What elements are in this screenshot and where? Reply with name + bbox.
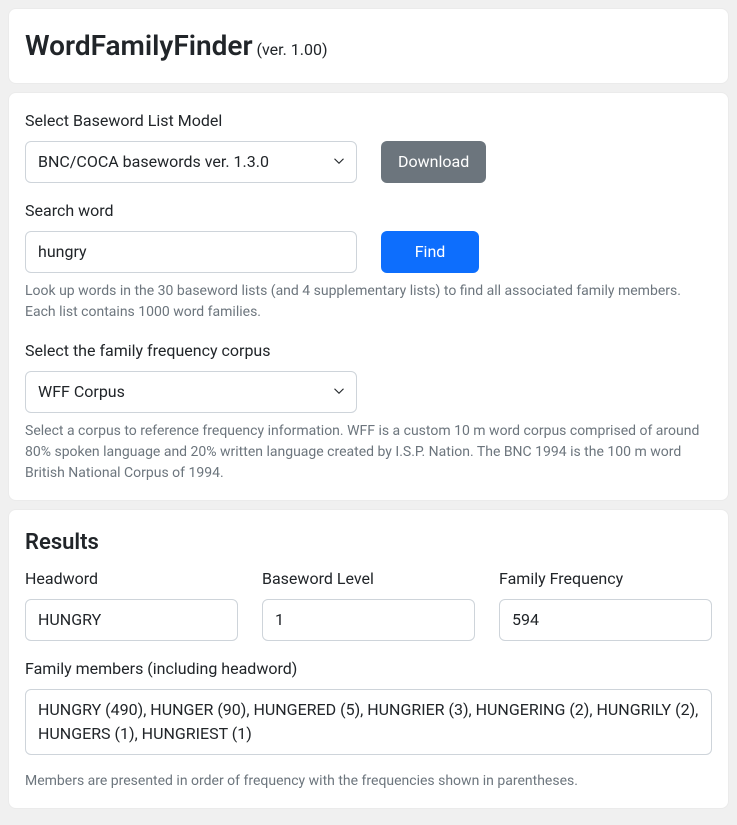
download-button[interactable]: Download: [381, 141, 486, 183]
corpus-label: Select the family frequency corpus: [25, 339, 712, 363]
controls-card: Select Baseword List Model BNC/COCA base…: [8, 92, 729, 501]
search-help-text: Look up words in the 30 baseword lists (…: [25, 281, 712, 323]
corpus-help-text: Select a corpus to reference frequency i…: [25, 421, 712, 484]
search-word-label: Search word: [25, 199, 712, 223]
headword-label: Headword: [25, 567, 238, 591]
family-members-value: HUNGRY (490), HUNGER (90), HUNGERED (5),…: [25, 689, 712, 755]
baseword-select[interactable]: BNC/COCA basewords ver. 1.3.0: [25, 141, 357, 183]
results-title: Results: [25, 526, 712, 559]
app-version: (ver. 1.00): [257, 40, 328, 59]
headword-value: HUNGRY: [25, 599, 238, 641]
header-card: WordFamilyFinder (ver. 1.00): [8, 8, 729, 84]
baseword-level-value: 1: [262, 599, 475, 641]
members-help-text: Members are presented in order of freque…: [25, 771, 712, 792]
results-card: Results Headword HUNGRY Baseword Level 1…: [8, 509, 729, 809]
family-frequency-label: Family Frequency: [499, 567, 712, 591]
search-input[interactable]: [25, 231, 357, 273]
baseword-list-label: Select Baseword List Model: [25, 109, 712, 133]
family-frequency-value: 594: [499, 599, 712, 641]
family-members-label: Family members (including headword): [25, 657, 712, 681]
corpus-select-wrapper: WFF Corpus: [25, 371, 357, 413]
app-title: WordFamilyFinder: [25, 25, 253, 67]
find-button[interactable]: Find: [381, 231, 479, 273]
corpus-select[interactable]: WFF Corpus: [25, 371, 357, 413]
baseword-level-label: Baseword Level: [262, 567, 475, 591]
baseword-select-wrapper: BNC/COCA basewords ver. 1.3.0: [25, 141, 357, 183]
